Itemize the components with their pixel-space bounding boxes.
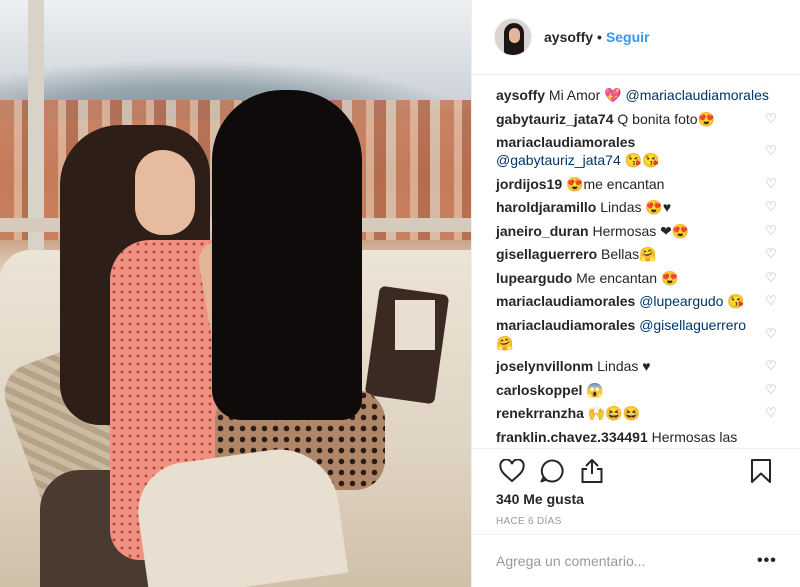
comment-text: Lindas 😍♥ [600,199,672,215]
list-item: mariaclaudiamorales @gisellaguerrero 🤗 ♡ [496,316,779,352]
comment-text: Bellas🤗 [601,246,657,262]
small-heart-icon[interactable]: ♡ [763,293,779,309]
post-actions-bar [472,448,800,493]
likes-count[interactable]: 340 Me gusta [496,491,584,507]
list-item: mariaclaudiamorales @lupeargudo 😘 ♡ [496,292,779,310]
list-item: gisellaguerrero Bellas🤗 ♡ [496,245,779,263]
list-item: gabytauriz_jata74 Q bonita foto😍 ♡ [496,110,779,128]
follow-button[interactable]: Seguir [606,29,650,45]
comment-username[interactable]: mariaclaudiamorales [496,134,635,150]
post-photo[interactable] [0,0,471,587]
small-heart-icon[interactable]: ♡ [763,382,779,398]
comment-mention[interactable]: @gisellaguerrero [639,317,746,333]
comment-text: 🙌😆😆 [587,405,641,421]
comment-mention[interactable]: @lupeargudo [639,293,723,309]
comment-text: 😘 [727,293,745,309]
list-item: janeiro_duran Hermosas ❤😍 ♡ [496,222,779,240]
list-item: joselynvillonm Lindas ♥ ♡ [496,357,779,375]
comment-text: 😍me encantan [566,175,665,192]
comment-input[interactable] [496,553,757,569]
comment-username[interactable]: joselynvillonm [496,358,593,374]
list-item: franklin.chavez.334491 Hermosas las [496,428,779,446]
list-item: lupeargudo Me encantan 😍 ♡ [496,269,779,287]
small-heart-icon[interactable]: ♡ [763,111,779,127]
post-caption: aysoffy Mi Amor 💖 @mariaclaudiamorales [496,86,779,104]
comment-mention[interactable]: @gabytauriz_jata74 [496,152,621,168]
comment-username[interactable]: carloskoppel [496,382,582,398]
list-item: jordijos19 😍me encantan ♡ [496,175,779,193]
comment-text: 😱 [586,381,604,398]
add-comment-bar: ••• [472,534,800,587]
comment-text: Me encantan 😍 [576,269,679,286]
comment-username[interactable]: renekrranzha [496,405,584,421]
more-options-icon[interactable]: ••• [757,552,777,570]
comments-list[interactable]: aysoffy Mi Amor 💖 @mariaclaudiamorales g… [472,75,800,448]
comment-text: Hermosas ❤😍 [592,222,690,239]
list-item: haroldjaramillo Lindas 😍♥ ♡ [496,198,779,216]
comment-username[interactable]: franklin.chavez.334491 [496,429,648,445]
comment-text: Lindas ♥ [597,358,651,374]
small-heart-icon[interactable]: ♡ [763,358,779,374]
share-upload-icon[interactable] [572,451,612,491]
photo-pillow-light [395,300,435,350]
list-item: renekrranzha 🙌😆😆 ♡ [496,404,779,422]
small-heart-icon[interactable]: ♡ [763,176,779,192]
comment-username[interactable]: haroldjaramillo [496,199,596,215]
post-timestamp[interactable]: HACE 6 DÍAS [496,516,562,527]
caption-username[interactable]: aysoffy [496,87,545,103]
avatar[interactable] [494,18,532,56]
comment-text: 😘😘 [624,152,660,168]
photo-person-left-face [135,150,195,235]
header-separator-dot: • [597,29,602,45]
speech-bubble-icon[interactable] [532,451,572,491]
small-heart-icon[interactable]: ♡ [763,326,779,342]
comment-text: Q bonita foto😍 [617,110,715,127]
comment-username[interactable]: mariaclaudiamorales [496,317,635,333]
photo-person-right-hair [212,90,362,420]
small-heart-icon[interactable]: ♡ [763,199,779,215]
small-heart-icon[interactable]: ♡ [763,405,779,421]
comment-username[interactable]: mariaclaudiamorales [496,293,635,309]
small-heart-icon[interactable]: ♡ [763,246,779,262]
bookmark-icon[interactable] [741,451,781,491]
comment-text: 🤗 [496,334,514,351]
caption-mention[interactable]: @mariaclaudiamorales [625,87,768,103]
comment-username[interactable]: gisellaguerrero [496,246,597,262]
comment-username[interactable]: janeiro_duran [496,223,589,239]
list-item: mariaclaudiamorales @gabytauriz_jata74 😘… [496,133,779,169]
comment-username[interactable]: lupeargudo [496,270,572,286]
comment-text: Hermosas las [651,428,738,445]
heart-outline-icon[interactable] [492,451,532,491]
list-item: carloskoppel 😱 ♡ [496,381,779,399]
header-username[interactable]: aysoffy [544,29,593,45]
post-header: aysoffy • Seguir [472,0,800,75]
comment-username[interactable]: jordijos19 [496,176,562,192]
comment-username[interactable]: gabytauriz_jata74 [496,111,614,127]
small-heart-icon[interactable]: ♡ [763,270,779,286]
small-heart-icon[interactable]: ♡ [763,223,779,239]
small-heart-icon[interactable]: ♡ [763,143,779,159]
caption-text: Mi Amor 💖 [548,87,622,103]
post-side-panel: aysoffy • Seguir aysoffy Mi Amor 💖 @mari… [471,0,800,587]
